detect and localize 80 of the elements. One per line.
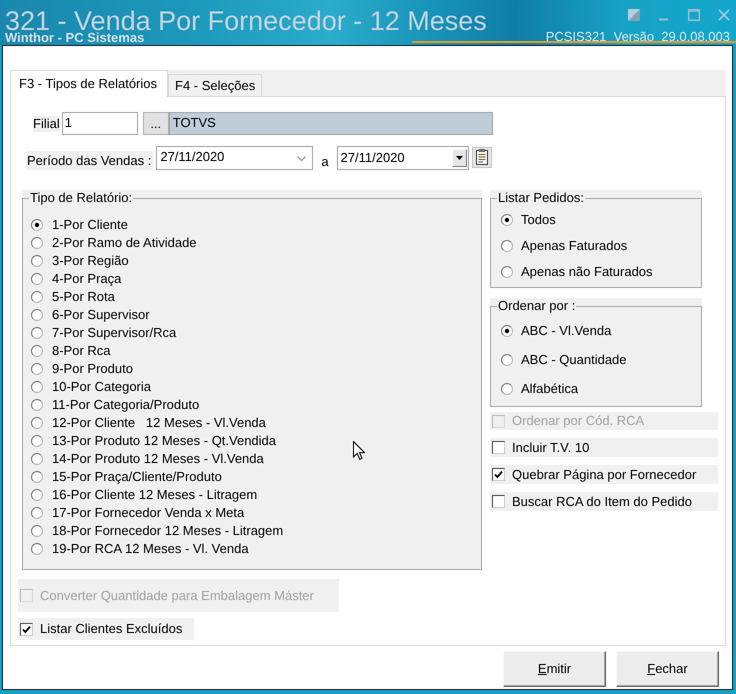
chevron-down-icon[interactable] bbox=[297, 156, 306, 162]
end-date-field[interactable]: 27/11/2020 bbox=[336, 146, 469, 170]
radio-button[interactable] bbox=[31, 471, 43, 483]
radio-option[interactable]: Apenas não Faturados bbox=[501, 259, 694, 285]
radio-option[interactable]: 15-Por Praça/Cliente/Produto bbox=[31, 468, 474, 486]
radio-option[interactable]: 2-Por Ramo de Atividade bbox=[31, 234, 474, 252]
radio-option[interactable]: 11-Por Categoria/Produto bbox=[31, 396, 474, 414]
radio-option[interactable]: Apenas Faturados bbox=[501, 233, 694, 259]
radio-option[interactable]: 7-Por Supervisor/Rca bbox=[31, 324, 474, 342]
radio-button[interactable] bbox=[31, 291, 43, 303]
radio-option[interactable]: 12-Por Cliente 12 Meses - Vl.Venda bbox=[31, 414, 474, 432]
radio-button[interactable] bbox=[501, 240, 513, 252]
period-label: Período das Vendas : bbox=[26, 151, 154, 170]
checkbox[interactable] bbox=[492, 495, 505, 508]
lookup-button[interactable]: ... bbox=[142, 112, 169, 135]
radio-option[interactable]: 6-Por Supervisor bbox=[31, 306, 474, 324]
radio-option[interactable]: 9-Por Produto bbox=[31, 360, 474, 378]
radio-button[interactable] bbox=[31, 219, 43, 231]
caret-down-icon bbox=[456, 156, 463, 160]
radio-button[interactable] bbox=[31, 255, 43, 267]
radio-option[interactable]: Alfabética bbox=[501, 374, 694, 403]
radio-option[interactable]: Todos bbox=[501, 207, 694, 233]
radio-button[interactable] bbox=[31, 273, 43, 285]
range-separator: a bbox=[321, 154, 329, 170]
radio-button[interactable] bbox=[501, 324, 513, 336]
radio-button[interactable] bbox=[31, 399, 43, 411]
radio-option[interactable]: 18-Por Fornecedor 12 Meses - Litragem bbox=[31, 522, 474, 540]
calendar-icon[interactable] bbox=[472, 147, 492, 168]
radio-button[interactable] bbox=[31, 309, 43, 321]
checkbox-option[interactable]: Listar Clientes Excluídos bbox=[18, 618, 194, 640]
radio-button[interactable] bbox=[31, 327, 43, 339]
radio-button[interactable] bbox=[31, 417, 43, 429]
radio-option[interactable]: 14-Por Produto 12 Meses - Vl.Venda bbox=[31, 450, 474, 468]
start-date-field[interactable]: 27/11/2020 bbox=[156, 146, 314, 170]
checkbox-option[interactable]: Quebrar Página por Fornecedor bbox=[490, 465, 718, 484]
radio-button[interactable] bbox=[501, 354, 513, 366]
radio-button[interactable] bbox=[31, 543, 43, 555]
group-title: Listar Pedidos: bbox=[497, 190, 585, 206]
branch-code-field[interactable]: 1 bbox=[62, 112, 138, 135]
radio-button[interactable] bbox=[31, 345, 43, 357]
group-title: Tipo de Relatório: bbox=[29, 190, 134, 206]
branch-name-field: TOTVS bbox=[168, 112, 493, 135]
tab[interactable]: F3 - Tipos de Relatórios bbox=[10, 70, 168, 97]
branch-label: Filial bbox=[33, 116, 60, 132]
radio-button[interactable] bbox=[31, 381, 43, 393]
group-title: Ordenar por : bbox=[497, 298, 576, 314]
tab[interactable]: F4 - Seleções bbox=[168, 74, 262, 96]
radio-button[interactable] bbox=[31, 507, 43, 519]
radio-option[interactable]: 10-Por Categoria bbox=[31, 378, 474, 396]
radio-button[interactable] bbox=[501, 266, 513, 278]
radio-option[interactable]: 1-Por Cliente bbox=[31, 216, 474, 234]
radio-button[interactable] bbox=[501, 214, 513, 226]
checkbox-option[interactable]: Incluir T.V. 10 bbox=[490, 438, 718, 457]
radio-option[interactable]: 4-Por Praça bbox=[31, 270, 474, 288]
radio-button[interactable] bbox=[31, 435, 43, 447]
radio-option[interactable]: ABC - Vl.Venda bbox=[501, 316, 694, 345]
radio-option[interactable]: 19-Por RCA 12 Meses - Vl. Venda bbox=[31, 540, 474, 558]
radio-button[interactable] bbox=[501, 382, 513, 394]
emit-button[interactable]: Emitir bbox=[503, 651, 606, 687]
radio-option[interactable]: 8-Por Rca bbox=[31, 342, 474, 360]
checkbox-option[interactable]: Buscar RCA do Item do Pedido bbox=[490, 492, 718, 511]
checkbox[interactable] bbox=[20, 622, 33, 636]
checkbox[interactable] bbox=[492, 441, 505, 454]
radio-option[interactable]: 16-Por Cliente 12 Meses - Litragem bbox=[31, 486, 474, 504]
radio-option[interactable]: ABC - Quantidade bbox=[501, 345, 694, 374]
checkbox[interactable] bbox=[492, 468, 505, 481]
radio-button[interactable] bbox=[31, 363, 43, 375]
radio-option[interactable]: 5-Por Rota bbox=[31, 288, 474, 306]
radio-button[interactable] bbox=[31, 525, 43, 537]
app-subtitle: Winthor - PC Sistemas bbox=[5, 31, 144, 44]
radio-option[interactable]: 17-Por Fornecedor Venda x Meta bbox=[31, 504, 474, 522]
dropdown-button[interactable] bbox=[452, 149, 467, 167]
radio-button[interactable] bbox=[31, 489, 43, 501]
radio-button[interactable] bbox=[31, 237, 43, 249]
mouse-pointer-icon bbox=[353, 441, 365, 460]
close-button[interactable]: Fechar bbox=[616, 651, 719, 687]
version-label: PCSIS321 Versão 29.0.08.003 bbox=[546, 31, 730, 41]
radio-option[interactable]: 13-Por Produto 12 Meses - Qt.Vendida bbox=[31, 432, 474, 450]
radio-button[interactable] bbox=[31, 453, 43, 465]
radio-option[interactable]: 3-Por Região bbox=[31, 252, 474, 270]
